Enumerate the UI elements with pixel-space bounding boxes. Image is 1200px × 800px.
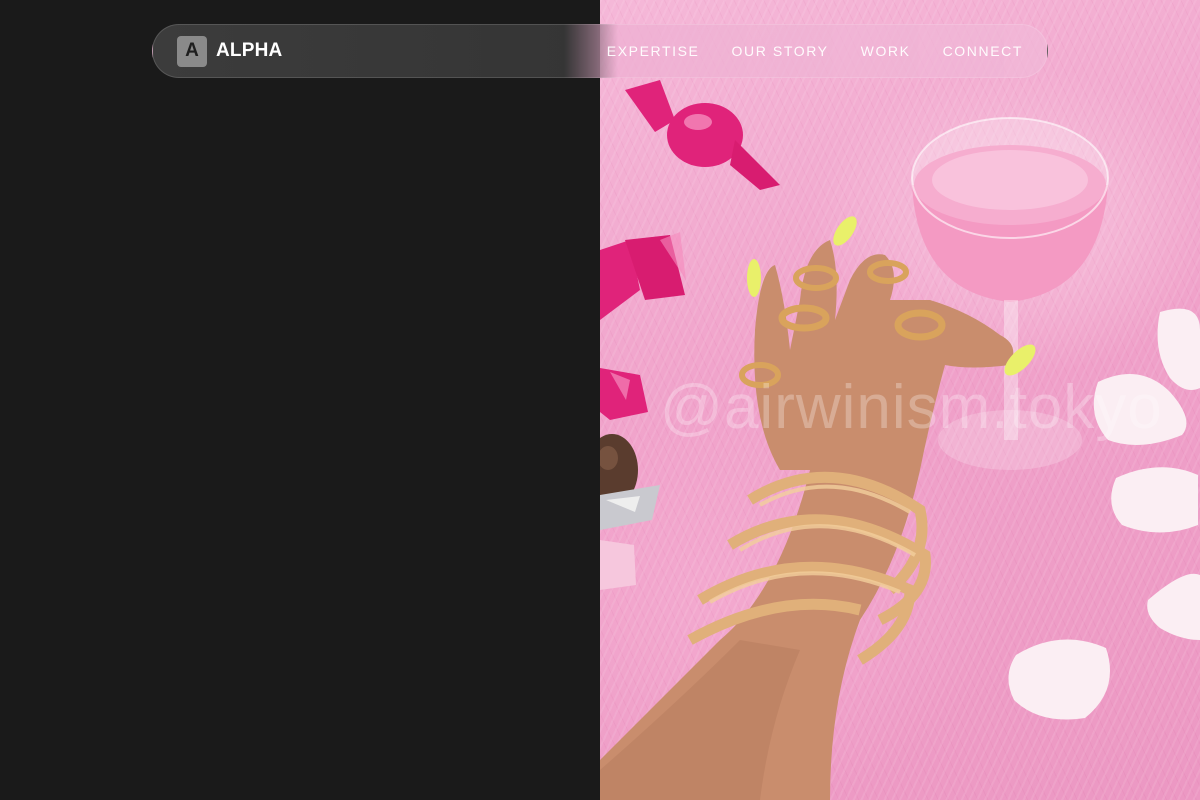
nav-links: EXPERTISE OUR STORY WORK CONNECT	[607, 43, 1023, 59]
nav-link-connect[interactable]: CONNECT	[943, 43, 1023, 59]
petals	[1008, 308, 1200, 720]
top-navbar: A ALPHA EXPERTISE OUR STORY WORK CONNECT	[152, 24, 1048, 78]
hand	[600, 216, 1036, 800]
logo-mark: A	[177, 35, 207, 67]
nav-link-our-story[interactable]: OUR STORY	[732, 43, 829, 59]
candy-top	[625, 80, 780, 190]
brand-logo-link[interactable]: A ALPHA	[177, 35, 283, 67]
candy-left-upper	[600, 232, 686, 320]
candy-left-mid	[600, 368, 648, 420]
brand-name: ALPHA	[216, 40, 283, 61]
nav-link-expertise[interactable]: EXPERTISE	[607, 43, 700, 59]
left-dark-panel	[0, 0, 600, 800]
hero-photo: @airwinism.tokyo	[600, 0, 1200, 800]
photo-watermark: @airwinism.tokyo	[660, 373, 1163, 442]
chocolate	[600, 434, 660, 590]
nav-link-work[interactable]: WORK	[861, 43, 911, 59]
